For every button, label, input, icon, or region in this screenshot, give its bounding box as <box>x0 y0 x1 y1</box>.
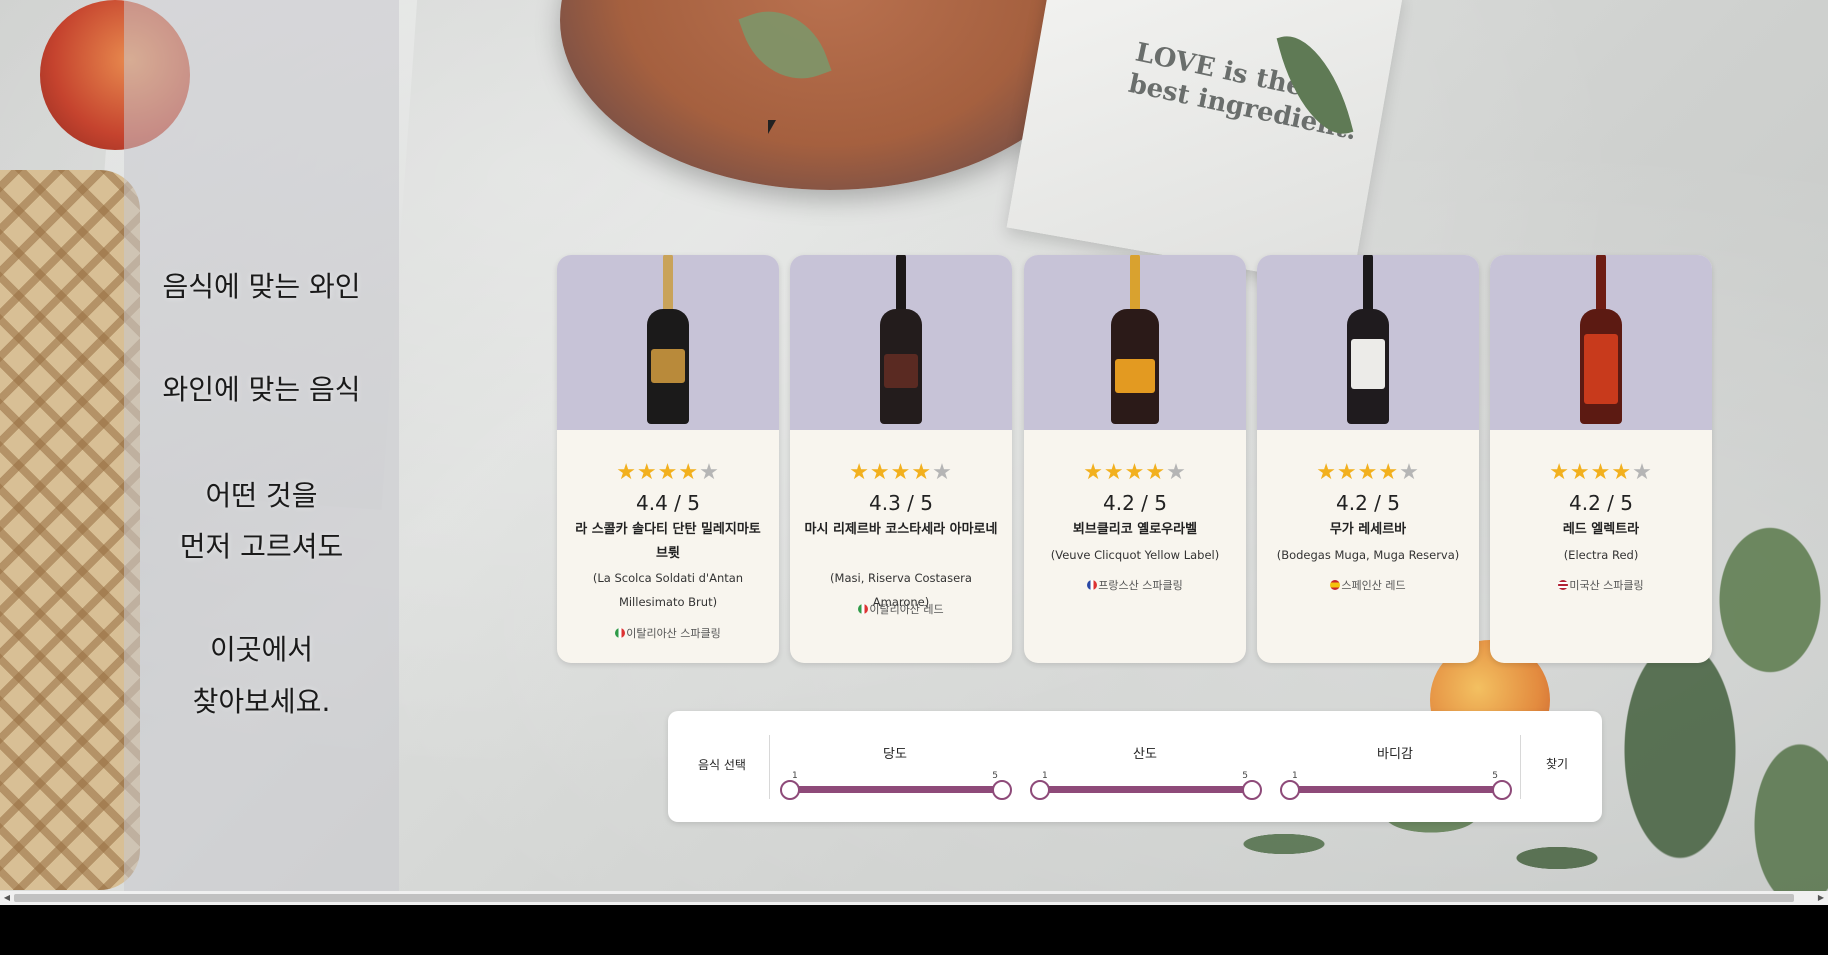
horizontal-scrollbar[interactable]: ◀ ▶ <box>0 891 1828 905</box>
rating-stars: ★★★★★ <box>849 460 953 485</box>
spain-flag-icon <box>1330 580 1341 590</box>
wine-name-en: (Veuve Clicquot Yellow Label) <box>1050 548 1220 562</box>
wine-origin: 프랑스산 스파클링 <box>1024 577 1246 593</box>
rating-value: 4.2 / 5 <box>1569 491 1633 515</box>
slider-max-label: 5 <box>992 771 998 781</box>
search-button[interactable]: 찾기 <box>1546 755 1568 772</box>
rating-stars: ★★★★★ <box>1316 460 1420 485</box>
wine-origin: 스페인산 레드 <box>1257 577 1479 593</box>
acidity-slider[interactable]: 산도 1 5 <box>1030 731 1262 801</box>
wine-filter-bar: 음식 선택 당도 1 5 산도 1 5 바디감 1 5 찾기 <box>668 711 1602 822</box>
scroll-left-arrow-icon[interactable]: ◀ <box>0 891 14 905</box>
wine-bottle-image <box>643 255 693 426</box>
wine-name-en: (Electra Red) <box>1563 548 1639 562</box>
wine-bottle-image <box>1576 255 1626 426</box>
wine-card[interactable]: ★★★★★ 4.2 / 5 무가 레세르바 (Bodegas Muga, Mug… <box>1257 255 1479 663</box>
page-viewport: LOVE is the best ingredient. 음식에 맞는 와인 와… <box>0 0 1828 891</box>
wine-name-en: (La Scolca Soldati d'Antan Millesimato B… <box>592 571 744 609</box>
sweetness-label: 당도 <box>883 747 907 762</box>
intro-line-3: 어떤 것을 <box>205 479 318 512</box>
wine-origin: 이탈리아산 레드 <box>790 601 1012 617</box>
wine-image <box>1490 255 1712 430</box>
wine-name-ko: 라 스콜카 솔다티 단탄 밀레지마토 브륏 <box>575 522 761 561</box>
sweetness-slider[interactable]: 당도 1 5 <box>780 731 1012 801</box>
background-pie <box>0 170 140 890</box>
wine-card[interactable]: ★★★★★ 4.2 / 5 뵈브클리코 옐로우라벨 (Veuve Clicquo… <box>1024 255 1246 663</box>
intro-line-4: 먼저 고르셔도 <box>179 530 344 563</box>
wine-name-ko: 무가 레세르바 <box>1329 522 1407 537</box>
italy-flag-icon <box>615 628 626 638</box>
slider-min-handle[interactable] <box>780 780 800 800</box>
wine-bottle-image <box>1108 255 1162 426</box>
intro-line-5: 이곳에서 <box>209 633 314 666</box>
body-label: 바디감 <box>1377 747 1413 762</box>
wine-bottle-image <box>1343 255 1393 426</box>
wine-name-ko: 레드 엘렉트라 <box>1562 522 1640 537</box>
slider-max-label: 5 <box>1492 771 1498 781</box>
rating-stars: ★★★★★ <box>1549 460 1653 485</box>
divider <box>769 735 770 799</box>
slider-track[interactable] <box>1038 786 1252 793</box>
slider-max-label: 5 <box>1242 771 1248 781</box>
wine-card[interactable]: ★★★★★ 4.2 / 5 레드 엘렉트라 (Electra Red) 미국산 … <box>1490 255 1712 663</box>
slider-min-handle[interactable] <box>1030 780 1050 800</box>
rating-value: 4.2 / 5 <box>1336 491 1400 515</box>
scrollbar-thumb[interactable] <box>14 894 1794 902</box>
wine-name-en: (Bodegas Muga, Muga Reserva) <box>1276 548 1460 562</box>
slider-track[interactable] <box>1288 786 1502 793</box>
wine-origin: 미국산 스파클링 <box>1490 577 1712 593</box>
slider-max-handle[interactable] <box>1492 780 1512 800</box>
food-select-button[interactable]: 음식 선택 <box>698 756 746 773</box>
intro-panel: 음식에 맞는 와인 와인에 맞는 음식 어떤 것을 먼저 고르셔도 이곳에서 찾… <box>124 0 399 891</box>
intro-line-1: 음식에 맞는 와인 <box>162 270 361 303</box>
rating-stars: ★★★★★ <box>616 460 720 485</box>
usa-flag-icon <box>1558 580 1569 590</box>
intro-line-6: 찾아보세요. <box>192 685 331 718</box>
slider-max-handle[interactable] <box>992 780 1012 800</box>
wine-image <box>1024 255 1246 430</box>
slider-track[interactable] <box>788 786 1002 793</box>
wine-name-ko: 마시 리제르바 코스타세라 아마로네 <box>804 522 998 537</box>
france-flag-icon <box>1087 580 1098 590</box>
slider-min-handle[interactable] <box>1280 780 1300 800</box>
rating-stars: ★★★★★ <box>1083 460 1187 485</box>
intro-line-2: 와인에 맞는 음식 <box>162 373 361 406</box>
wine-bottle-image <box>876 255 926 426</box>
acidity-label: 산도 <box>1133 747 1157 762</box>
wine-card[interactable]: ★★★★★ 4.4 / 5 라 스콜카 솔다티 단탄 밀레지마토 브륏 (La … <box>557 255 779 663</box>
wine-origin: 이탈리아산 스파클링 <box>557 625 779 641</box>
wine-image <box>790 255 1012 430</box>
wine-card[interactable]: ★★★★★ 4.3 / 5 마시 리제르바 코스타세라 아마로네 (Masi, … <box>790 255 1012 663</box>
body-slider[interactable]: 바디감 1 5 <box>1280 731 1512 801</box>
wine-image <box>557 255 779 430</box>
scroll-right-arrow-icon[interactable]: ▶ <box>1814 891 1828 905</box>
rating-value: 4.4 / 5 <box>636 491 700 515</box>
rating-value: 4.2 / 5 <box>1103 491 1167 515</box>
mouse-cursor <box>768 120 776 134</box>
wine-name-ko: 뵈브클리코 옐로우라벨 <box>1072 522 1198 537</box>
divider <box>1520 735 1521 799</box>
wine-image <box>1257 255 1479 430</box>
rating-value: 4.3 / 5 <box>869 491 933 515</box>
slider-max-handle[interactable] <box>1242 780 1262 800</box>
italy-flag-icon <box>858 604 869 614</box>
